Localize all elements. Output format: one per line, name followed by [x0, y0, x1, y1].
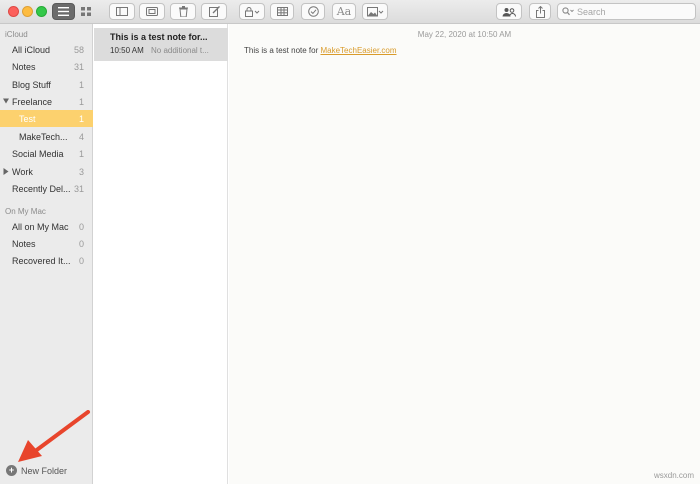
folder-count: 1 [78, 96, 84, 107]
toolbar: Aa [0, 0, 700, 24]
folder-name: Notes [12, 61, 36, 72]
folder-maketech[interactable]: MakeTech... 4 [0, 128, 93, 145]
sidebar-icon [116, 7, 128, 16]
folder-count: 3 [78, 166, 84, 177]
new-folder-button[interactable]: + New Folder [6, 465, 67, 476]
on-my-mac-section-header: On My Mac [5, 207, 46, 216]
folder-all-icloud[interactable]: All iCloud 58 [0, 41, 93, 58]
compose-icon [208, 6, 220, 17]
folder-name: Notes [12, 238, 36, 249]
new-note-button[interactable] [201, 3, 227, 20]
folder-recently-deleted[interactable]: Recently Del... 31 [0, 180, 93, 197]
delete-note-button[interactable] [170, 3, 196, 20]
note-editor[interactable]: May 22, 2020 at 10:50 AM This is a test … [229, 24, 700, 484]
folder-name: All iCloud [12, 44, 51, 55]
note-snippet: No additional t... [151, 46, 209, 55]
search-icon [562, 7, 574, 16]
folder-count: 4 [78, 131, 84, 142]
folder-name: Recovered It... [12, 255, 71, 266]
toggle-sidebar-button[interactable] [109, 3, 135, 20]
icloud-section-header: iCloud [5, 30, 28, 39]
format-text-button[interactable]: Aa [332, 3, 356, 20]
attachments-browser-button[interactable] [139, 3, 165, 20]
note-list: This is a test note for... 10:50 AM No a… [94, 24, 228, 484]
folder-work[interactable]: Work 3 [0, 163, 93, 180]
folder-name: Freelance [12, 96, 53, 107]
gallery-view-button[interactable] [75, 3, 97, 20]
folder-freelance[interactable]: Freelance 1 [0, 93, 93, 110]
folder-test[interactable]: Test 1 [0, 110, 93, 127]
folder-count: 0 [78, 255, 84, 266]
grid-icon [81, 7, 91, 16]
folder-name: Recently Del... [12, 183, 71, 194]
note-list-item[interactable]: This is a test note for... 10:50 AM No a… [94, 28, 228, 61]
lock-note-button[interactable] [239, 3, 265, 20]
folder-name: All on My Mac [12, 221, 69, 232]
zoom-window-button[interactable] [36, 6, 47, 17]
watermark: wsxdn.com [653, 471, 694, 480]
new-folder-label: New Folder [21, 465, 68, 476]
note-title: This is a test note for... [110, 32, 208, 42]
notes-window: Aa iCloud All iCloud 58 Notes 31 Blog St… [0, 0, 700, 484]
note-body-text: This is a test note for [244, 46, 321, 55]
folder-notes[interactable]: Notes 31 [0, 58, 93, 75]
folder-count: 1 [78, 148, 84, 159]
search-field[interactable] [557, 3, 696, 20]
folder-all-on-my-mac[interactable]: All on My Mac 0 [0, 218, 93, 235]
folder-name: Work [12, 166, 33, 177]
pointer-arrow-annotation [18, 410, 90, 462]
attachments-icon [146, 7, 158, 16]
folder-count: 0 [78, 221, 84, 232]
note-link[interactable]: MakeTechEasier.com [320, 46, 396, 55]
folder-name: Blog Stuff [12, 79, 51, 90]
folder-count: 1 [78, 79, 84, 90]
folder-name: Test [19, 113, 36, 124]
insert-media-button[interactable] [362, 3, 388, 20]
checkmark-circle-icon [307, 6, 319, 17]
folder-recovered-items[interactable]: Recovered It... 0 [0, 252, 93, 269]
disclosure-expanded-icon[interactable] [3, 98, 9, 104]
people-icon [502, 7, 516, 17]
add-people-button[interactable] [496, 3, 522, 20]
list-icon [58, 7, 69, 16]
folder-name: MakeTech... [19, 131, 68, 142]
lock-icon [244, 6, 259, 17]
disclosure-collapsed-icon[interactable] [3, 168, 9, 175]
folder-count: 0 [78, 238, 84, 249]
folder-count: 1 [78, 113, 84, 124]
folder-social-media[interactable]: Social Media 1 [0, 145, 93, 162]
folder-count: 31 [73, 61, 84, 72]
folder-count: 31 [73, 183, 84, 194]
close-window-button[interactable] [8, 6, 19, 17]
folder-blog-stuff[interactable]: Blog Stuff 1 [0, 76, 93, 93]
format-text-icon: Aa [336, 5, 352, 18]
folders-sidebar: iCloud All iCloud 58 Notes 31 Blog Stuff… [0, 24, 93, 484]
checklist-button[interactable] [301, 3, 325, 20]
table-button[interactable] [270, 3, 294, 20]
list-view-button[interactable] [52, 3, 75, 20]
share-icon [535, 5, 545, 18]
minimize-window-button[interactable] [22, 6, 33, 17]
folder-mac-notes[interactable]: Notes 0 [0, 235, 93, 252]
note-time: 10:50 AM [110, 46, 144, 55]
folder-name: Social Media [12, 148, 64, 159]
plus-circle-icon: + [6, 465, 17, 476]
note-date: May 22, 2020 at 10:50 AM [417, 30, 512, 39]
trash-icon [178, 6, 188, 17]
note-body[interactable]: This is a test note for MakeTechEasier.c… [244, 46, 397, 55]
share-button[interactable] [529, 3, 551, 20]
search-input[interactable] [577, 6, 687, 17]
photo-icon [366, 6, 383, 16]
table-icon [276, 7, 288, 16]
folder-count: 58 [73, 44, 84, 55]
